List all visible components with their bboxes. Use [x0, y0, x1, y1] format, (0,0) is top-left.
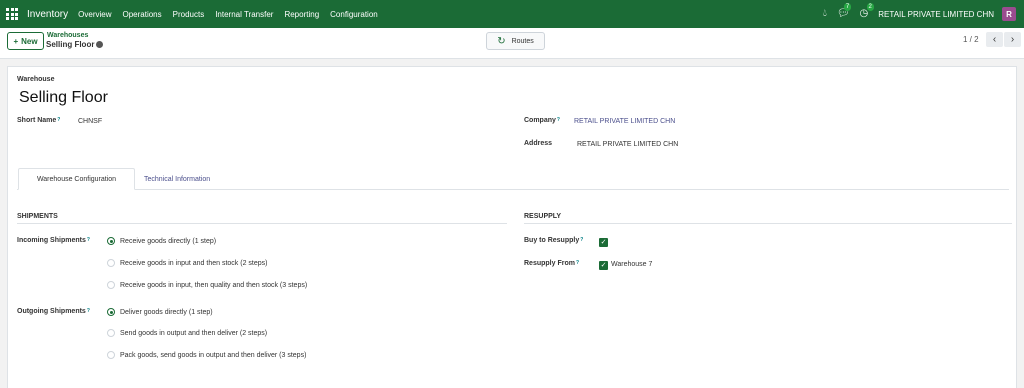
gear-icon[interactable]	[96, 41, 103, 48]
user-avatar[interactable]: R	[1002, 7, 1016, 21]
plus-icon: +	[13, 36, 19, 46]
company-field[interactable]: RETAIL PRIVATE LIMITED CHN	[574, 118, 675, 125]
pager-next-icon[interactable]: ›	[1004, 32, 1021, 47]
apps-grid-icon[interactable]	[6, 8, 18, 20]
chat-icon[interactable]: 💬︎ 7	[837, 3, 852, 19]
company-label-text: Company	[524, 117, 556, 124]
help-icon[interactable]: ?	[87, 308, 90, 314]
top-navbar: Inventory Overview Operations Products I…	[0, 0, 1024, 28]
address-field[interactable]: RETAIL PRIVATE LIMITED CHN	[577, 141, 678, 148]
outgoing-option-1[interactable]: Deliver goods directly (1 step)	[107, 308, 213, 316]
menu-overview[interactable]: Overview	[78, 10, 111, 19]
refresh-icon: ↻	[497, 35, 506, 47]
page-title[interactable]: Selling Floor	[19, 89, 108, 107]
radio-button[interactable]	[107, 308, 115, 316]
incoming-option-2[interactable]: Receive goods in input and then stock (2…	[107, 259, 267, 267]
shipments-section-title: SHIPMENTS	[17, 213, 58, 220]
shipments-divider	[17, 223, 507, 224]
control-panel: + New Warehouses Selling Floor ↻ Routes …	[0, 28, 1024, 59]
resupply-divider	[524, 223, 1012, 224]
resupply-from-checkbox[interactable]: ✓	[599, 261, 608, 270]
form-sheet: Warehouse Selling Floor Short Name? CHNS…	[7, 66, 1017, 388]
outgoing-option-3-label: Pack goods, send goods in output and the…	[120, 351, 307, 359]
outgoing-option-2[interactable]: Send goods in output and then deliver (2…	[107, 329, 267, 337]
outgoing-shipments-label-text: Outgoing Shipments	[17, 308, 86, 315]
help-icon[interactable]: ?	[557, 117, 560, 123]
pager-value[interactable]: 1 / 2	[963, 35, 979, 44]
new-button[interactable]: + New	[7, 32, 44, 50]
menu-operations[interactable]: Operations	[122, 10, 161, 19]
resupply-from-label: Resupply From?	[524, 260, 579, 267]
help-icon[interactable]: ?	[57, 117, 60, 123]
buy-to-resupply-checkbox[interactable]: ✓	[599, 238, 608, 247]
routes-label: Routes	[511, 37, 534, 45]
incoming-shipments-label: Incoming Shipments?	[17, 237, 90, 244]
outgoing-option-3[interactable]: Pack goods, send goods in output and the…	[107, 351, 306, 359]
radio-button[interactable]	[107, 259, 115, 267]
menu-reporting[interactable]: Reporting	[284, 10, 319, 19]
incoming-shipments-label-text: Incoming Shipments	[17, 237, 86, 244]
routes-button[interactable]: ↻ Routes	[486, 32, 545, 50]
incoming-option-3-label: Receive goods in input, then quality and…	[120, 281, 308, 289]
short-name-label-text: Short Name	[17, 117, 57, 124]
tab-warehouse-configuration[interactable]: Warehouse Configuration	[18, 168, 135, 190]
record-label: Warehouse	[17, 76, 55, 83]
help-icon[interactable]: ?	[87, 237, 90, 243]
chat-badge: 7	[843, 3, 852, 11]
buy-to-resupply-label-text: Buy to Resupply	[524, 237, 580, 244]
incoming-option-1[interactable]: Receive goods directly (1 step)	[107, 237, 216, 245]
address-label: Address	[524, 140, 553, 147]
help-icon[interactable]: ?	[576, 260, 579, 266]
company-label: Company?	[524, 117, 560, 124]
radio-button[interactable]	[107, 237, 115, 245]
breadcrumb-current: Selling Floor	[46, 40, 95, 49]
incoming-option-3[interactable]: Receive goods in input, then quality and…	[107, 281, 307, 289]
radio-button[interactable]	[107, 329, 115, 337]
outgoing-option-2-label: Send goods in output and then deliver (2…	[120, 329, 268, 337]
short-name-field[interactable]: CHNSF	[78, 118, 102, 125]
app-name[interactable]: Inventory	[27, 9, 68, 20]
buy-to-resupply-label: Buy to Resupply?	[524, 237, 583, 244]
help-icon[interactable]: ?	[580, 237, 583, 243]
new-button-label: New	[21, 36, 38, 46]
resupply-from-warehouse: Warehouse 7	[611, 261, 653, 268]
radio-button[interactable]	[107, 281, 115, 289]
activity-clock-icon[interactable]: ◷ 2	[860, 3, 874, 19]
menu-products[interactable]: Products	[173, 10, 205, 19]
outgoing-option-1-label: Deliver goods directly (1 step)	[120, 308, 213, 316]
pager-prev-icon[interactable]: ‹	[986, 32, 1003, 47]
company-switcher[interactable]: RETAIL PRIVATE LIMITED CHN	[878, 10, 994, 19]
short-name-label: Short Name?	[17, 117, 60, 124]
activity-badge: 2	[866, 3, 874, 11]
resupply-from-label-text: Resupply From	[524, 260, 575, 267]
drop-icon[interactable]: 💧︎	[823, 9, 827, 19]
menu-configuration[interactable]: Configuration	[330, 10, 378, 19]
tab-technical-information[interactable]: Technical Information	[137, 168, 217, 190]
radio-button[interactable]	[107, 351, 115, 359]
incoming-option-2-label: Receive goods in input and then stock (2…	[120, 259, 268, 267]
menu-internal-transfer[interactable]: Internal Transfer	[215, 10, 273, 19]
outgoing-shipments-label: Outgoing Shipments?	[17, 308, 90, 315]
breadcrumb-warehouses[interactable]: Warehouses	[47, 32, 88, 39]
incoming-option-1-label: Receive goods directly (1 step)	[120, 237, 217, 245]
resupply-section-title: RESUPPLY	[524, 213, 562, 220]
